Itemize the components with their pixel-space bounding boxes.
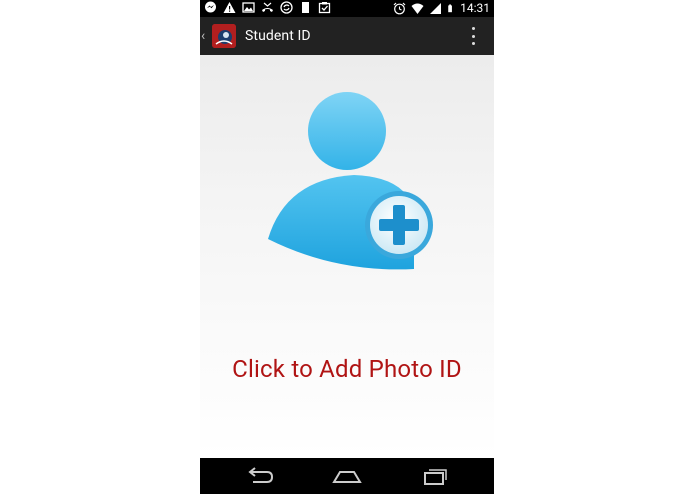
wifi-icon <box>411 3 424 14</box>
action-bar: ‹ Student ID <box>200 17 494 55</box>
battery-icon <box>448 4 453 13</box>
warning-icon <box>223 2 236 13</box>
add-user-icon <box>268 92 433 270</box>
status-bar: 14:31 <box>200 0 494 17</box>
overflow-menu-icon[interactable] <box>470 27 476 45</box>
add-photo-button[interactable] <box>266 91 436 281</box>
image-icon <box>242 2 255 13</box>
home-icon[interactable] <box>332 466 362 486</box>
page-title: Student ID <box>245 28 311 44</box>
sync-icon <box>280 1 293 14</box>
main-content: Click to Add Photo ID <box>200 55 494 458</box>
add-photo-label[interactable]: Click to Add Photo ID <box>200 355 494 383</box>
status-time: 14:31 <box>460 1 490 15</box>
back-icon[interactable] <box>245 466 275 486</box>
app-logo-icon[interactable] <box>212 24 236 48</box>
missed-call-icon <box>262 2 273 12</box>
phone-screen: 14:31 ‹ Student ID Click to Add Photo ID <box>200 0 494 494</box>
navigation-bar <box>200 458 494 494</box>
messenger-icon <box>205 1 216 13</box>
up-chevron-icon[interactable]: ‹ <box>201 17 211 55</box>
recents-icon[interactable] <box>420 466 450 486</box>
system-icons: 14:31 <box>393 1 490 16</box>
notification-icons <box>204 1 331 14</box>
checklist-icon <box>318 2 331 14</box>
sd-card-icon <box>302 2 309 13</box>
alarm-icon <box>393 2 406 15</box>
signal-icon <box>430 3 442 14</box>
